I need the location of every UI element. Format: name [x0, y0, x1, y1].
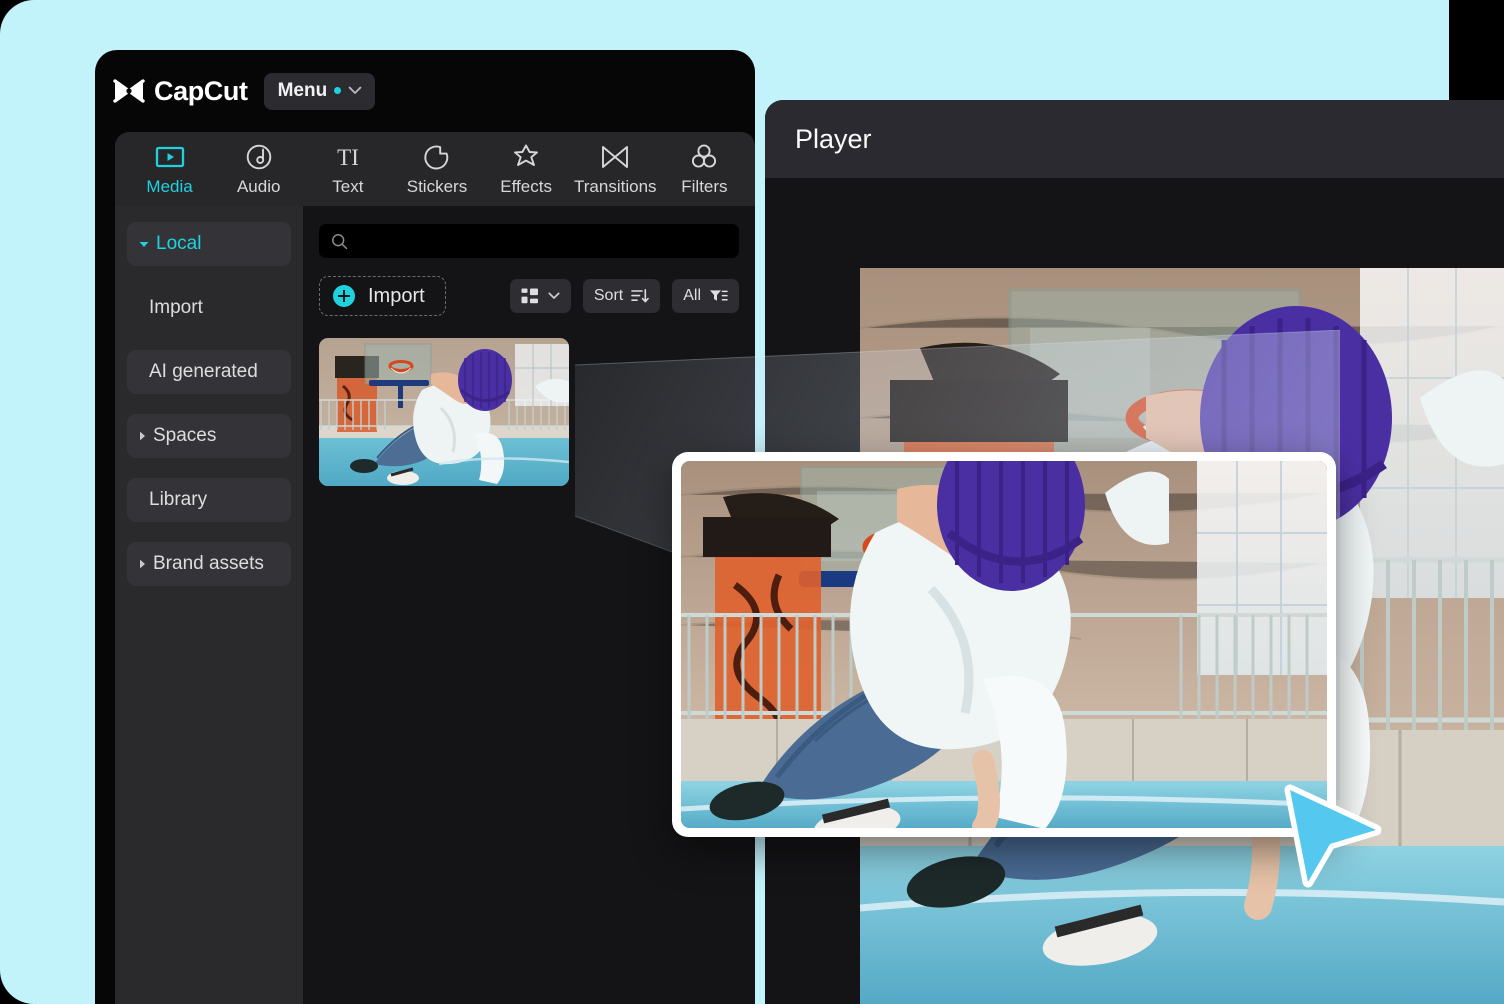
- filter-funnel-icon: [709, 288, 728, 304]
- tab-stickers[interactable]: Stickers: [392, 142, 481, 197]
- media-thumbnail-skateboarder[interactable]: [319, 338, 569, 486]
- media-toolbar: Import: [319, 276, 739, 316]
- tab-text[interactable]: TI Text: [303, 142, 392, 197]
- arrow-cursor-icon: [1272, 782, 1384, 890]
- import-button[interactable]: Import: [319, 276, 446, 316]
- brand: CapCut: [113, 76, 248, 107]
- editor-titlebar: CapCut Menu: [95, 50, 755, 132]
- view-toggle-button[interactable]: [510, 279, 571, 313]
- tab-media[interactable]: Media: [125, 142, 214, 197]
- svg-text:TI: TI: [337, 145, 359, 170]
- search-icon: [331, 233, 348, 250]
- tab-audio[interactable]: Audio: [214, 142, 303, 197]
- tab-audio-label: Audio: [237, 177, 280, 197]
- tab-effects[interactable]: Effects: [482, 142, 571, 197]
- chevron-down-icon: [348, 86, 362, 95]
- sidebar-item-brand-assets-label: Brand assets: [153, 553, 264, 575]
- sidebar-item-import-label: Import: [149, 297, 203, 319]
- screenshot-root: CapCut Menu Media: [0, 0, 1504, 1004]
- filter-button[interactable]: All: [672, 279, 739, 313]
- effects-sparkle-icon: [512, 142, 540, 172]
- magnified-preview-image: [681, 461, 1327, 828]
- sidebar-item-ai-generated-label: AI generated: [149, 361, 258, 383]
- sidebar-item-local[interactable]: Local: [127, 222, 291, 266]
- sidebar-item-ai-generated[interactable]: AI generated: [127, 350, 291, 394]
- tab-filters-label: Filters: [681, 177, 727, 197]
- tab-transitions[interactable]: Transitions: [571, 142, 660, 197]
- sidebar-item-spaces[interactable]: Spaces: [127, 414, 291, 458]
- transitions-bowtie-icon: [600, 142, 630, 172]
- media-sidebar: Local Import AI generated Spaces Library: [115, 206, 303, 1004]
- caret-right-icon: [139, 559, 146, 569]
- sidebar-item-brand-assets[interactable]: Brand assets: [127, 542, 291, 586]
- sidebar-item-spaces-label: Spaces: [153, 425, 216, 447]
- capcut-editor-window: CapCut Menu Media: [95, 50, 755, 1004]
- plus-circle-icon: [333, 285, 355, 307]
- menu-notification-dot: [334, 87, 341, 94]
- tab-stickers-label: Stickers: [407, 177, 467, 197]
- editor-tabstrip: Media Audio TI Text: [115, 132, 755, 206]
- tab-text-label: Text: [332, 177, 363, 197]
- search-input[interactable]: [357, 233, 727, 250]
- grid-view-icon: [521, 288, 540, 305]
- search-bar[interactable]: [319, 224, 739, 258]
- sort-button[interactable]: Sort: [583, 279, 660, 313]
- text-ti-icon: TI: [332, 142, 364, 172]
- menu-button[interactable]: Menu: [264, 73, 376, 110]
- chevron-down-icon: [548, 292, 560, 300]
- sort-descending-icon: [631, 288, 649, 304]
- sidebar-item-library[interactable]: Library: [127, 478, 291, 522]
- audio-note-disc-icon: [245, 142, 273, 172]
- editor-body: Local Import AI generated Spaces Library: [115, 206, 755, 1004]
- tab-effects-label: Effects: [500, 177, 552, 197]
- filter-button-label: All: [683, 287, 701, 305]
- player-header: Player: [765, 100, 1504, 178]
- menu-label: Menu: [278, 80, 328, 102]
- tab-media-label: Media: [146, 177, 192, 197]
- sort-button-label: Sort: [594, 287, 623, 305]
- sidebar-item-local-label: Local: [156, 233, 201, 255]
- magnified-preview-card[interactable]: [672, 452, 1336, 837]
- brand-name: CapCut: [154, 76, 248, 107]
- media-play-frame-icon: [155, 142, 185, 172]
- capcut-logo-icon: [113, 78, 145, 104]
- caret-down-icon: [139, 241, 149, 248]
- media-toolbar-right: Sort All: [510, 279, 739, 313]
- import-button-label: Import: [368, 285, 425, 308]
- tab-transitions-label: Transitions: [574, 177, 657, 197]
- sticker-peel-icon: [423, 142, 451, 172]
- sidebar-item-library-label: Library: [149, 489, 207, 511]
- tab-filters[interactable]: Filters: [660, 142, 749, 197]
- caret-right-icon: [139, 431, 146, 441]
- player-title: Player: [795, 124, 872, 155]
- sidebar-item-import[interactable]: Import: [127, 286, 291, 330]
- filters-circles-icon: [689, 142, 719, 172]
